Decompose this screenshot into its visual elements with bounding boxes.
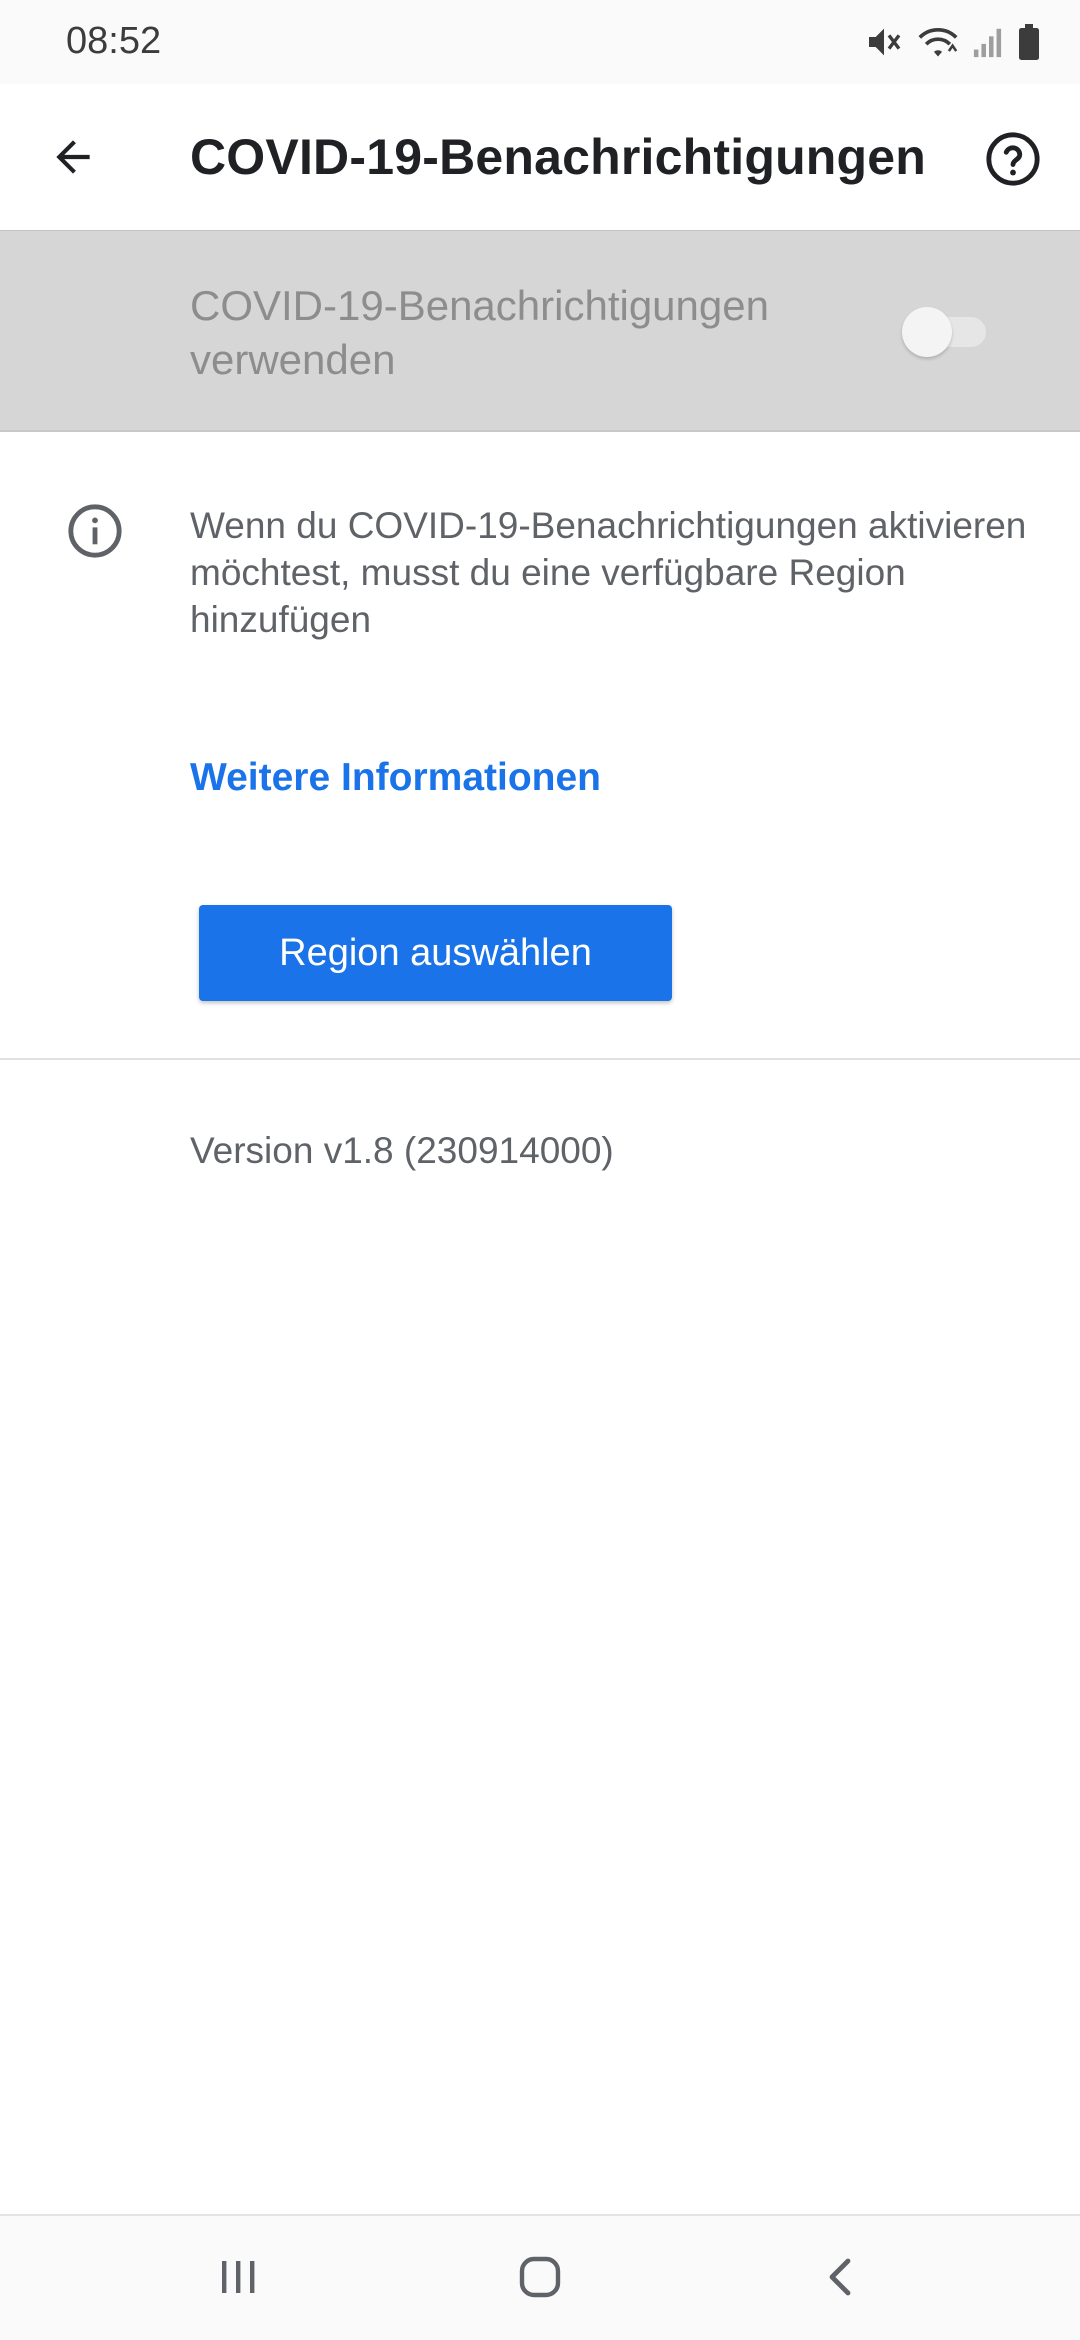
recents-button[interactable] [202, 2246, 274, 2312]
home-button[interactable] [504, 2246, 576, 2312]
use-notifications-switch[interactable] [902, 307, 988, 357]
status-bar: 08:52 [0, 0, 1080, 84]
recents-icon [216, 2255, 260, 2304]
battery-icon [1018, 24, 1040, 60]
app-bar: COVID-19-Benachrichtigungen [0, 84, 1080, 230]
info-icon [66, 502, 124, 560]
more-info-link[interactable]: Weitere Informationen [190, 756, 601, 800]
status-time: 08:52 [66, 20, 162, 62]
use-notifications-row: COVID-19-Benachrichtigungen verwenden [0, 230, 1080, 432]
back-button[interactable] [36, 122, 110, 196]
signal-icon [972, 24, 1006, 60]
back-icon [820, 2255, 864, 2304]
divider [0, 1058, 1080, 1060]
status-icons [864, 22, 1040, 62]
wifi-icon [916, 22, 960, 62]
switch-thumb [902, 307, 952, 357]
version-text: Version v1.8 (230914000) [190, 1130, 614, 1171]
home-icon [516, 2253, 564, 2306]
arrow-back-icon [48, 132, 98, 187]
select-region-button[interactable]: Region auswählen [199, 905, 672, 1001]
mute-icon [864, 22, 904, 62]
use-notifications-label: COVID-19-Benachrichtigungen verwenden [190, 282, 769, 383]
page-title: COVID-19-Benachrichtigungen [190, 129, 927, 185]
system-nav-bar [0, 2214, 1080, 2340]
nav-back-button[interactable] [806, 2246, 878, 2312]
help-circle-icon [984, 130, 1042, 193]
help-button[interactable] [976, 124, 1050, 198]
info-text: Wenn du COVID-19-Benachrichtigungen akti… [190, 505, 1027, 640]
